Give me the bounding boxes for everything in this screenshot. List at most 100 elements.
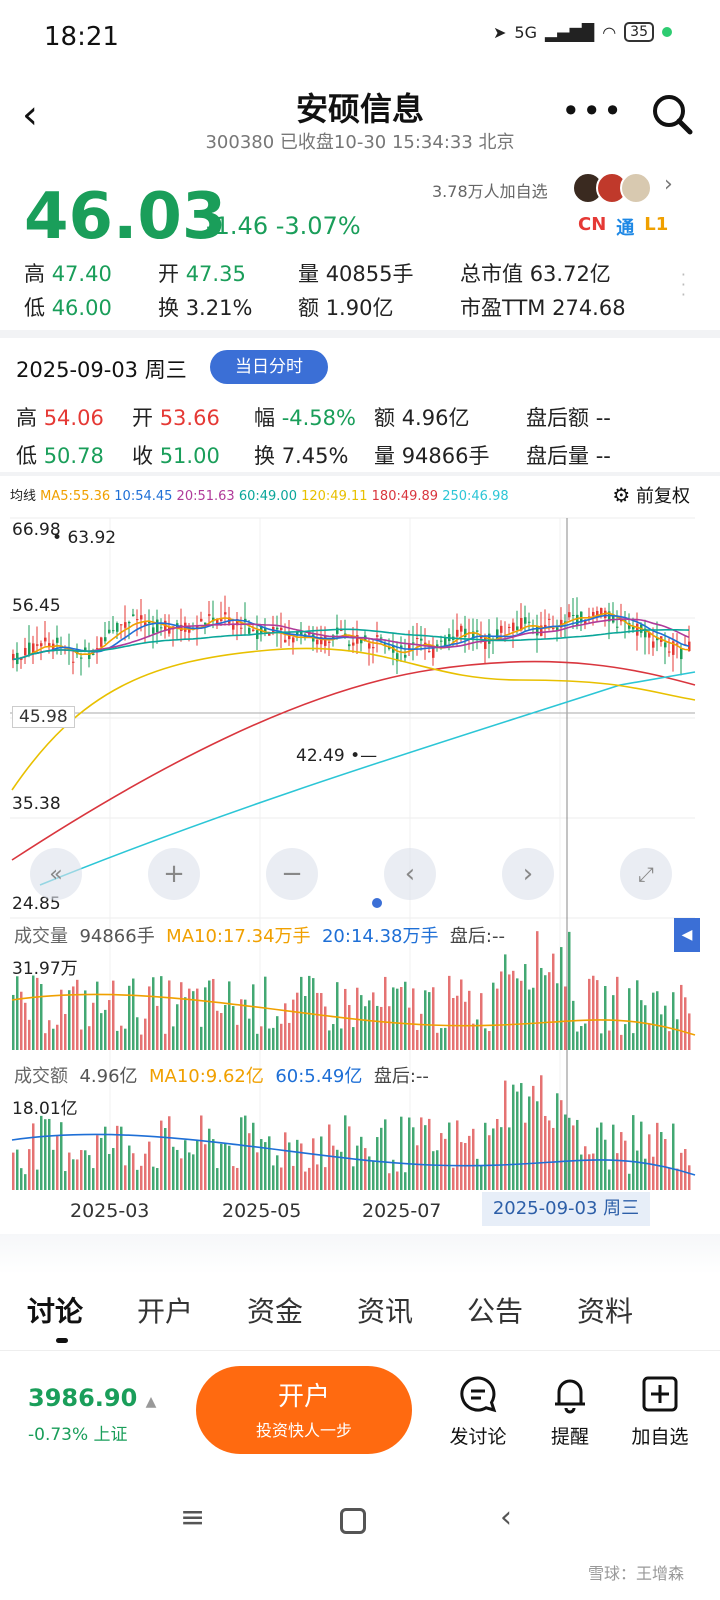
post-button[interactable]: 发讨论 [438,1374,518,1449]
candle [460,625,463,632]
volume-bar [288,1142,291,1190]
tab-indicator [56,1338,68,1343]
index-price[interactable]: 3986.90 ▲ [28,1384,156,1412]
tab-announcements[interactable]: 公告 [440,1290,550,1330]
candle [152,627,155,634]
quote-pe: 市盈TTM 274.68 [460,296,626,320]
candle [124,622,127,628]
adjust-button[interactable]: ⚙ 前复权 [612,482,690,508]
tab-profile[interactable]: 资料 [550,1290,660,1330]
candle [440,640,443,642]
volume-bar [112,980,115,1050]
ma-line [12,618,690,661]
x-label: 2025-03 [70,1200,150,1222]
day-range: 幅 -4.58% [254,406,356,430]
chevron-right-icon[interactable]: › [664,172,673,204]
volume-bar [612,995,615,1050]
volume-bar [600,1033,603,1050]
volume-bar [180,1158,183,1190]
expand-dots-icon[interactable]: · · · [681,267,686,303]
volume-bar [412,1127,415,1190]
tab-discussion[interactable]: 讨论 [0,1290,110,1330]
candle [456,629,459,637]
volume-bar [280,1167,283,1190]
divider [0,1234,720,1274]
candle [536,626,539,636]
next-icon[interactable]: › [502,848,554,900]
volume-bar [656,1122,659,1190]
volume-bar [80,1029,83,1050]
day-low: 低 50.78 [16,444,104,468]
volume-bar [120,1025,123,1050]
volume-bar [608,1030,611,1050]
volume-bar [484,1028,487,1050]
volume-bar [320,993,323,1050]
home-nav-icon[interactable] [340,1508,366,1534]
volume-bar [500,1127,503,1190]
volume-bar [12,994,15,1050]
volume-bar [180,982,183,1050]
volume-bar [436,1032,439,1050]
candle [200,618,203,622]
volume-bar [40,1115,43,1190]
volume-bar [632,1115,635,1190]
volume-bar [64,1013,67,1050]
volume-bar [168,1116,171,1190]
alert-button[interactable]: 提醒 [530,1374,610,1449]
volume-bar [184,1140,187,1190]
settings-icon: ⚙ [612,483,631,507]
menu-nav-icon[interactable]: ≡ [180,1500,205,1535]
volume-bar [572,1125,575,1190]
watchers-count[interactable]: 3.78万人加自选 [432,178,548,202]
add-watchlist-button[interactable]: 加自选 [620,1374,700,1449]
volume-bar [424,990,427,1050]
volume-bar [168,980,171,1050]
candle [232,624,235,630]
rewind-icon[interactable]: « [30,848,82,900]
candle [412,642,415,644]
intraday-button[interactable]: 当日分时 [210,350,328,384]
volume-bar [188,1152,191,1190]
volume-max: 31.97万 [12,959,78,979]
fullscreen-icon[interactable]: ⤢ [620,848,672,900]
page-dot [372,898,382,908]
open-account-button[interactable]: 开户 投资快人一步 [196,1366,412,1454]
volume-bar [572,1000,575,1050]
volume-bar [676,1168,679,1190]
back-nav-icon[interactable]: ‹ [500,1500,512,1535]
volume-bar [60,1122,63,1190]
zoom-in-icon[interactable]: + [148,848,200,900]
volume-bar [92,1002,95,1050]
volume-bar [240,999,243,1050]
volume-bar [672,992,675,1050]
market-tags: CN 通 L1 [578,214,668,240]
volume-bar [492,1128,495,1190]
volume-bar [568,1117,571,1190]
volume-bar [88,1026,91,1050]
volume-bar [592,975,595,1050]
volume-bar [244,999,247,1050]
volume-bar [316,992,319,1050]
tab-account[interactable]: 开户 [110,1290,220,1330]
volume-bar [332,1024,335,1050]
more-icon[interactable]: ••• [561,92,624,130]
watcher-avatars[interactable]: › [572,172,673,204]
search-icon[interactable] [650,92,694,136]
volume-bar [252,1122,255,1190]
volume-bar [244,1115,247,1190]
candle [316,639,319,645]
collapse-tab[interactable]: ◀ [674,918,700,952]
tab-news[interactable]: 资讯 [330,1290,440,1330]
candle [104,637,107,642]
tab-funds[interactable]: 资金 [220,1290,330,1330]
volume-bar [112,1148,115,1190]
volume-bar [528,989,531,1050]
volume-bar [564,986,567,1050]
volume-bar [556,983,559,1050]
volume-bar [64,1171,67,1190]
volume-bar [412,988,415,1050]
volume-bar [524,964,527,1050]
zoom-out-icon[interactable]: − [266,848,318,900]
prev-icon[interactable]: ‹ [384,848,436,900]
volume-bar [472,1128,475,1190]
